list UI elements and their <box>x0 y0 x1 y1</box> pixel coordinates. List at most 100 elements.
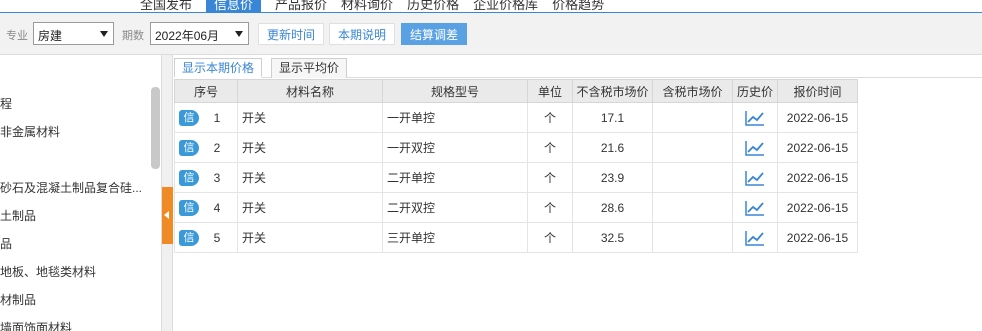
table-row[interactable]: 信 1 开关 一开单控个 17.1 2022-06-15 <box>174 102 858 133</box>
price-ex-tax: 23.9 <box>572 162 653 193</box>
top-nav-tab[interactable]: 信息价 <box>206 0 262 12</box>
sidebar-item[interactable]: 材制品 <box>0 291 36 308</box>
history-price-cell <box>732 162 778 193</box>
price-in-tax <box>652 102 733 133</box>
sidebar-item[interactable]: 土制品 <box>0 207 36 224</box>
table-header-row: 序号 材料名称 规格型号 单位 不含税市场价 含税市场价 历史价 报价时间 <box>174 79 858 103</box>
material-name: 开关 <box>237 102 383 133</box>
specialty-label: 专业 <box>6 30 28 42</box>
trend-chart-icon[interactable] <box>745 140 765 156</box>
category-sidebar: 程 非金属材料 砂石及混凝土制品复合硅... 土制品 品 地板、地毯类材料 材制… <box>0 55 162 331</box>
spec-model: 三开单控 <box>382 222 528 253</box>
row-number-cell: 信5 <box>174 222 238 253</box>
sidebar-item[interactable]: 地板、地毯类材料 <box>0 263 96 280</box>
price-ex-tax: 32.5 <box>572 222 653 253</box>
sidebar-item[interactable]: 品 <box>0 235 12 252</box>
history-price-cell <box>732 192 778 223</box>
top-nav-tab[interactable]: 企业价格库 <box>473 0 538 12</box>
top-nav-tab[interactable]: 材料询价 <box>341 0 393 12</box>
column-header[interactable]: 规格型号 <box>382 79 528 103</box>
top-nav-tabs: 全国发布 信息价 产品报价 材料询价 历史价格 企业价格库 价格趋势 <box>140 0 604 12</box>
price-ex-tax: 17.1 <box>572 102 653 133</box>
column-header[interactable]: 历史价 <box>732 79 778 103</box>
row-number-cell: 信1 <box>174 102 238 133</box>
price-in-tax <box>652 192 733 223</box>
trend-chart-icon[interactable] <box>745 170 765 186</box>
specialty-select[interactable]: 房建 <box>33 22 114 45</box>
spec-model: 二开单控 <box>382 162 528 193</box>
row-number: 3 <box>213 170 221 185</box>
spec-model: 一开单控 <box>382 102 528 133</box>
period-notes-button[interactable]: 本期说明 <box>329 23 396 45</box>
sidebar-item[interactable]: 非金属材料 <box>0 123 60 140</box>
quote-date: 2022-06-15 <box>777 192 858 223</box>
row-number: 4 <box>213 200 221 215</box>
history-price-cell <box>732 222 778 253</box>
triangle-left-icon <box>164 211 169 219</box>
table-row[interactable]: 信 5 开关 三开单控个 32.5 2022-06-15 <box>174 222 858 253</box>
top-nav-tab[interactable]: 全国发布 <box>140 0 192 12</box>
unit: 个 <box>527 222 573 253</box>
update-time-button[interactable]: 更新时间 <box>258 23 325 45</box>
sidebar-scrollbar[interactable] <box>151 87 160 169</box>
row-number-cell: 信4 <box>174 192 238 223</box>
unit: 个 <box>527 102 573 133</box>
settlement-adjust-button[interactable]: 结算调差 <box>401 23 468 45</box>
quote-date: 2022-06-15 <box>777 132 858 163</box>
sidebar-item[interactable]: 程 <box>0 95 12 112</box>
column-header[interactable]: 不含税市场价 <box>572 79 653 103</box>
info-badge[interactable]: 信 <box>179 169 199 186</box>
column-header[interactable]: 序号 <box>174 79 238 103</box>
column-header[interactable]: 含税市场价 <box>652 79 733 103</box>
price-in-tax <box>652 222 733 253</box>
quote-date: 2022-06-15 <box>777 222 858 253</box>
info-badge[interactable]: 信 <box>179 109 199 126</box>
unit: 个 <box>527 162 573 193</box>
period-label: 期数 <box>122 30 144 42</box>
top-navigation: 全国发布 信息价 产品报价 材料询价 历史价格 企业价格库 价格趋势 <box>0 0 982 13</box>
quote-date: 2022-06-15 <box>777 102 858 133</box>
top-nav-tab[interactable]: 历史价格 <box>407 0 459 12</box>
price-in-tax <box>652 162 733 193</box>
toolbar: 专业 房建 期数 2022年06月 更新时间 本期说明 结算调差 <box>0 13 982 55</box>
material-name: 开关 <box>237 132 383 163</box>
column-header[interactable]: 单位 <box>527 79 573 103</box>
period-select[interactable]: 2022年06月 <box>150 22 249 45</box>
row-number: 2 <box>213 140 221 155</box>
row-number: 1 <box>213 110 221 125</box>
info-badge[interactable]: 信 <box>179 139 199 156</box>
sidebar-item[interactable]: 墙面饰面材料 <box>0 319 72 331</box>
spec-model: 二开双控 <box>382 192 528 223</box>
table-row[interactable]: 信 3 开关 二开单控个 23.9 2022-06-15 <box>174 162 858 193</box>
row-number-cell: 信2 <box>174 132 238 163</box>
price-in-tax <box>652 132 733 163</box>
top-nav-tab[interactable]: 产品报价 <box>275 0 327 12</box>
trend-chart-icon[interactable] <box>745 110 765 126</box>
period-value: 2022年06月 <box>155 29 220 43</box>
specialty-value: 房建 <box>38 29 63 43</box>
trend-chart-icon[interactable] <box>745 200 765 216</box>
column-header[interactable]: 报价时间 <box>777 79 858 103</box>
top-nav-tab[interactable]: 价格趋势 <box>552 0 604 12</box>
info-badge[interactable]: 信 <box>179 199 199 216</box>
info-badge[interactable]: 信 <box>179 229 199 246</box>
price-table: 序号 材料名称 规格型号 单位 不含税市场价 含税市场价 历史价 报价时间 信1… <box>174 79 858 253</box>
column-header[interactable]: 材料名称 <box>237 79 383 103</box>
material-name: 开关 <box>237 162 383 193</box>
table-row[interactable]: 信 2 开关 一开双控个 21.6 2022-06-15 <box>174 132 858 163</box>
price-view-tabs: 显示本期价格 显示平均价 <box>174 55 982 78</box>
price-ex-tax: 28.6 <box>572 192 653 223</box>
material-name: 开关 <box>237 222 383 253</box>
table-row[interactable]: 信 4 开关 二开双控个 28.6 2022-06-15 <box>174 192 858 223</box>
sidebar-item[interactable]: 砂石及混凝土制品复合硅... <box>0 179 142 196</box>
row-number-cell: 信3 <box>174 162 238 193</box>
unit: 个 <box>527 192 573 223</box>
spec-model: 一开双控 <box>382 132 528 163</box>
row-number: 5 <box>213 230 221 245</box>
history-price-cell <box>732 102 778 133</box>
tab-current-price[interactable]: 显示本期价格 <box>174 58 263 78</box>
sidebar-collapse-button[interactable] <box>162 187 173 244</box>
quote-date: 2022-06-15 <box>777 162 858 193</box>
trend-chart-icon[interactable] <box>745 230 765 246</box>
tab-average-price[interactable]: 显示平均价 <box>271 58 348 78</box>
